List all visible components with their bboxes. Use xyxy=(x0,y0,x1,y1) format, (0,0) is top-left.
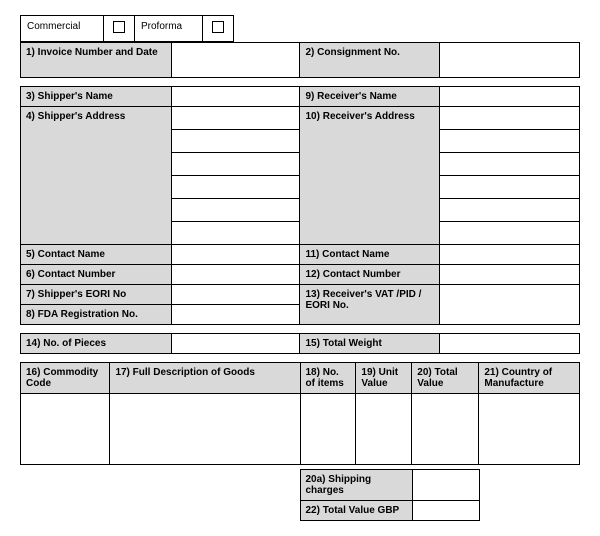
commodity-code-value[interactable] xyxy=(21,394,110,465)
shipper-address-line5[interactable] xyxy=(171,199,300,222)
shipper-name-label: 3) Shipper's Name xyxy=(21,87,172,107)
total-value-gbp-value[interactable] xyxy=(412,501,479,521)
table-row xyxy=(21,394,580,465)
proforma-label: Proforma xyxy=(135,16,203,42)
receiver-contact-number-label: 12) Contact Number xyxy=(300,265,440,285)
shipper-name-value[interactable] xyxy=(171,87,300,107)
shipper-address-line1[interactable] xyxy=(171,107,300,130)
no-of-items-value[interactable] xyxy=(300,394,356,465)
no-of-items-label: 18) No. of items xyxy=(300,363,356,394)
shipper-address-label: 4) Shipper's Address xyxy=(21,107,172,245)
fda-registration-label: 8) FDA Registration No. xyxy=(21,305,172,325)
description-label: 17) Full Description of Goods xyxy=(110,363,300,394)
shipping-charges-value[interactable] xyxy=(412,470,479,501)
commercial-checkbox[interactable] xyxy=(104,16,135,42)
receiver-name-label: 9) Receiver's Name xyxy=(300,87,440,107)
description-value[interactable] xyxy=(110,394,300,465)
no-of-pieces-value[interactable] xyxy=(171,334,300,354)
proforma-checkbox[interactable] xyxy=(203,16,234,42)
receiver-vat-label: 13) Receiver's VAT /PID / EORI No. xyxy=(300,285,440,325)
receiver-address-line4[interactable] xyxy=(440,176,580,199)
receiver-name-value[interactable] xyxy=(440,87,580,107)
shipper-eori-value[interactable] xyxy=(171,285,300,305)
receiver-vat-value[interactable] xyxy=(440,285,580,325)
invoice-number-date-label: 1) Invoice Number and Date xyxy=(21,43,172,78)
consignment-no-value[interactable] xyxy=(440,43,580,78)
invoice-type-table: Commercial Proforma xyxy=(20,15,234,42)
shipper-address-line6[interactable] xyxy=(171,222,300,245)
consignment-no-label: 2) Consignment No. xyxy=(300,43,440,78)
receiver-contact-name-value[interactable] xyxy=(440,245,580,265)
receiver-address-line3[interactable] xyxy=(440,153,580,176)
total-value-gbp-label: 22) Total Value GBP xyxy=(300,501,412,521)
shipper-contact-name-value[interactable] xyxy=(171,245,300,265)
totals-table: 20a) Shipping charges 22) Total Value GB… xyxy=(20,469,580,521)
total-weight-value[interactable] xyxy=(440,334,580,354)
total-weight-label: 15) Total Weight xyxy=(300,334,440,354)
receiver-contact-number-value[interactable] xyxy=(440,265,580,285)
receiver-address-line5[interactable] xyxy=(440,199,580,222)
total-value-label: 20) Total Value xyxy=(412,363,479,394)
receiver-address-line1[interactable] xyxy=(440,107,580,130)
invoice-consignment-table: 1) Invoice Number and Date 2) Consignmen… xyxy=(20,42,580,78)
pieces-weight-table: 14) No. of Pieces 15) Total Weight xyxy=(20,333,580,354)
no-of-pieces-label: 14) No. of Pieces xyxy=(21,334,172,354)
goods-table: 16) Commodity Code 17) Full Description … xyxy=(20,362,580,465)
country-manufacture-label: 21) Country of Manufacture xyxy=(479,363,580,394)
fda-registration-value[interactable] xyxy=(171,305,300,325)
receiver-address-line2[interactable] xyxy=(440,130,580,153)
commodity-code-label: 16) Commodity Code xyxy=(21,363,110,394)
commercial-label: Commercial xyxy=(21,16,104,42)
party-details-table: 3) Shipper's Name 9) Receiver's Name 4) … xyxy=(20,86,580,325)
receiver-address-line6[interactable] xyxy=(440,222,580,245)
shipper-contact-name-label: 5) Contact Name xyxy=(21,245,172,265)
country-manufacture-value[interactable] xyxy=(479,394,580,465)
shipping-charges-label: 20a) Shipping charges xyxy=(300,470,412,501)
shipper-contact-number-value[interactable] xyxy=(171,265,300,285)
shipper-address-line4[interactable] xyxy=(171,176,300,199)
shipper-address-line3[interactable] xyxy=(171,153,300,176)
shipper-eori-label: 7) Shipper's EORI No xyxy=(21,285,172,305)
unit-value-value[interactable] xyxy=(356,394,412,465)
receiver-address-label: 10) Receiver's Address xyxy=(300,107,440,245)
shipper-contact-number-label: 6) Contact Number xyxy=(21,265,172,285)
receiver-contact-name-label: 11) Contact Name xyxy=(300,245,440,265)
unit-value-label: 19) Unit Value xyxy=(356,363,412,394)
shipper-address-line2[interactable] xyxy=(171,130,300,153)
total-value-value[interactable] xyxy=(412,394,479,465)
invoice-number-date-value[interactable] xyxy=(171,43,300,78)
